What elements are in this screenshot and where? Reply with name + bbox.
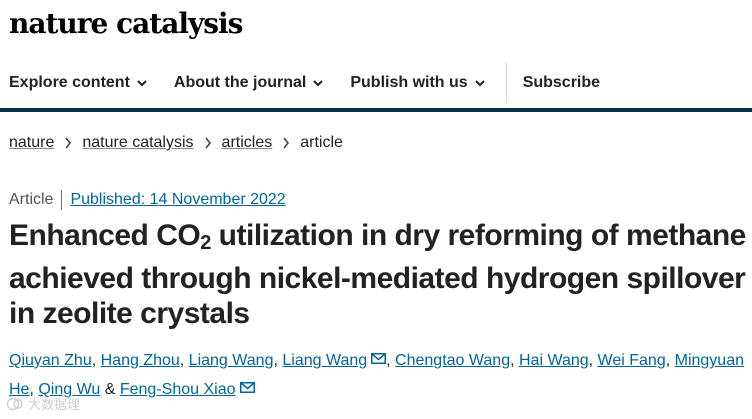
- watermark-logo-icon: [6, 397, 23, 410]
- nav-publish-label: Publish with us: [350, 74, 468, 91]
- author-link[interactable]: Hai Wang: [519, 352, 589, 369]
- breadcrumb-nature[interactable]: nature: [9, 134, 54, 152]
- nav-publish-with-us[interactable]: Publish with us: [350, 62, 485, 104]
- author-link[interactable]: Feng-Shou Xiao: [120, 381, 236, 398]
- header-rule: [0, 108, 752, 112]
- site-header: nature catalysis: [0, 0, 752, 56]
- nav-divider: [505, 63, 507, 103]
- author-link[interactable]: Liang Wang: [282, 352, 367, 369]
- breadcrumb-current: article: [300, 134, 343, 151]
- article-meta: Article Published: 14 November 2022: [9, 190, 286, 210]
- author-separator: ,: [665, 352, 675, 369]
- watermark-text: 大数据理: [28, 397, 81, 412]
- chevron-right-icon: [283, 137, 290, 149]
- author-separator: ,: [91, 352, 101, 369]
- nav-about-label: About the journal: [173, 74, 307, 91]
- breadcrumb-articles[interactable]: articles: [222, 134, 273, 152]
- main-nav: Explore content About the journal Publis…: [0, 62, 752, 104]
- journal-logo[interactable]: nature catalysis: [9, 6, 752, 42]
- chevron-down-icon: [474, 80, 485, 87]
- breadcrumb-nature-catalysis[interactable]: nature catalysis: [82, 134, 193, 152]
- author-link[interactable]: Liang Wang: [189, 352, 274, 369]
- nav-subscribe[interactable]: Subscribe: [523, 62, 600, 104]
- watermark: 大数据理: [6, 394, 80, 413]
- author-separator: ,: [588, 352, 598, 369]
- email-icon[interactable]: [371, 353, 387, 364]
- chevron-right-icon: [65, 137, 72, 149]
- chevron-down-icon: [313, 80, 324, 87]
- author-separator: ,: [386, 352, 396, 369]
- title-subscript: 2: [200, 232, 211, 254]
- author-separator: &: [100, 381, 120, 398]
- article-type: Article: [9, 191, 54, 208]
- nav-explore-label: Explore content: [9, 74, 130, 91]
- chevron-right-icon: [204, 137, 211, 149]
- author-link[interactable]: Qiuyan Zhu: [9, 352, 92, 369]
- author-link[interactable]: Hang Zhou: [101, 352, 180, 369]
- nav-explore-content[interactable]: Explore content: [9, 62, 148, 104]
- nav-subscribe-label: Subscribe: [522, 74, 601, 91]
- breadcrumb: nature nature catalysis articles article: [9, 134, 343, 152]
- author-separator: ,: [510, 352, 519, 369]
- author-link[interactable]: Chengtao Wang: [395, 352, 510, 369]
- author-list: Qiuyan Zhu, Hang Zhou, Liang Wang, Liang…: [9, 346, 749, 404]
- article-title: Enhanced CO2 utilization in dry reformin…: [9, 218, 749, 331]
- title-part1: Enhanced CO: [9, 219, 201, 252]
- author-separator: ,: [179, 352, 189, 369]
- nav-about-journal[interactable]: About the journal: [174, 62, 324, 104]
- published-date-link[interactable]: Published: 14 November 2022: [70, 191, 285, 209]
- meta-divider: [61, 190, 63, 210]
- chevron-down-icon: [137, 80, 147, 87]
- email-icon[interactable]: [239, 382, 255, 393]
- author-link[interactable]: Wei Fang: [598, 352, 666, 369]
